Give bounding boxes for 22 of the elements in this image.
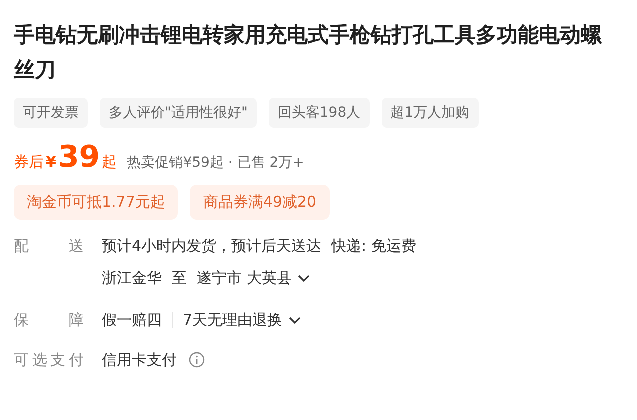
feature-tag: 多人评价"适用性很好" [100, 98, 257, 128]
row-label: 可选支付 [14, 350, 84, 370]
row-label: 配送 [14, 236, 84, 257]
price-amount: 39 [58, 140, 100, 175]
price-suffix: 起 [102, 153, 118, 172]
shipping-fee: 快递: 免运费 [332, 236, 416, 256]
price-prefix: 券后 [14, 153, 44, 172]
feature-tag: 可开发票 [14, 98, 88, 128]
row-label: 保障 [14, 310, 84, 330]
sales-info: 热卖促销¥59起 · 已售 2万+ [127, 154, 304, 172]
info-icon[interactable] [189, 352, 205, 368]
guarantee-item[interactable]: 7天无理由退换 [183, 310, 283, 330]
payment-method: 信用卡支付 [102, 350, 177, 370]
feature-tag: 超1万人加购 [382, 98, 479, 128]
destination-selector[interactable]: 遂宁市 大英县 [197, 268, 292, 288]
feature-tag: 回头客198人 [268, 98, 370, 128]
origin-location: 浙江金华 [102, 268, 162, 288]
currency-symbol: ¥ [46, 153, 56, 171]
to-word: 至 [172, 268, 187, 288]
guarantee-item[interactable]: 假一赔四 [102, 310, 162, 330]
product-title: 手电钻无刷冲击锂电转家用充电式手枪钻打孔工具多功能电动螺丝刀 [14, 22, 604, 84]
delivery-estimate: 预计4小时内发货，预计后天送达 [102, 236, 322, 256]
